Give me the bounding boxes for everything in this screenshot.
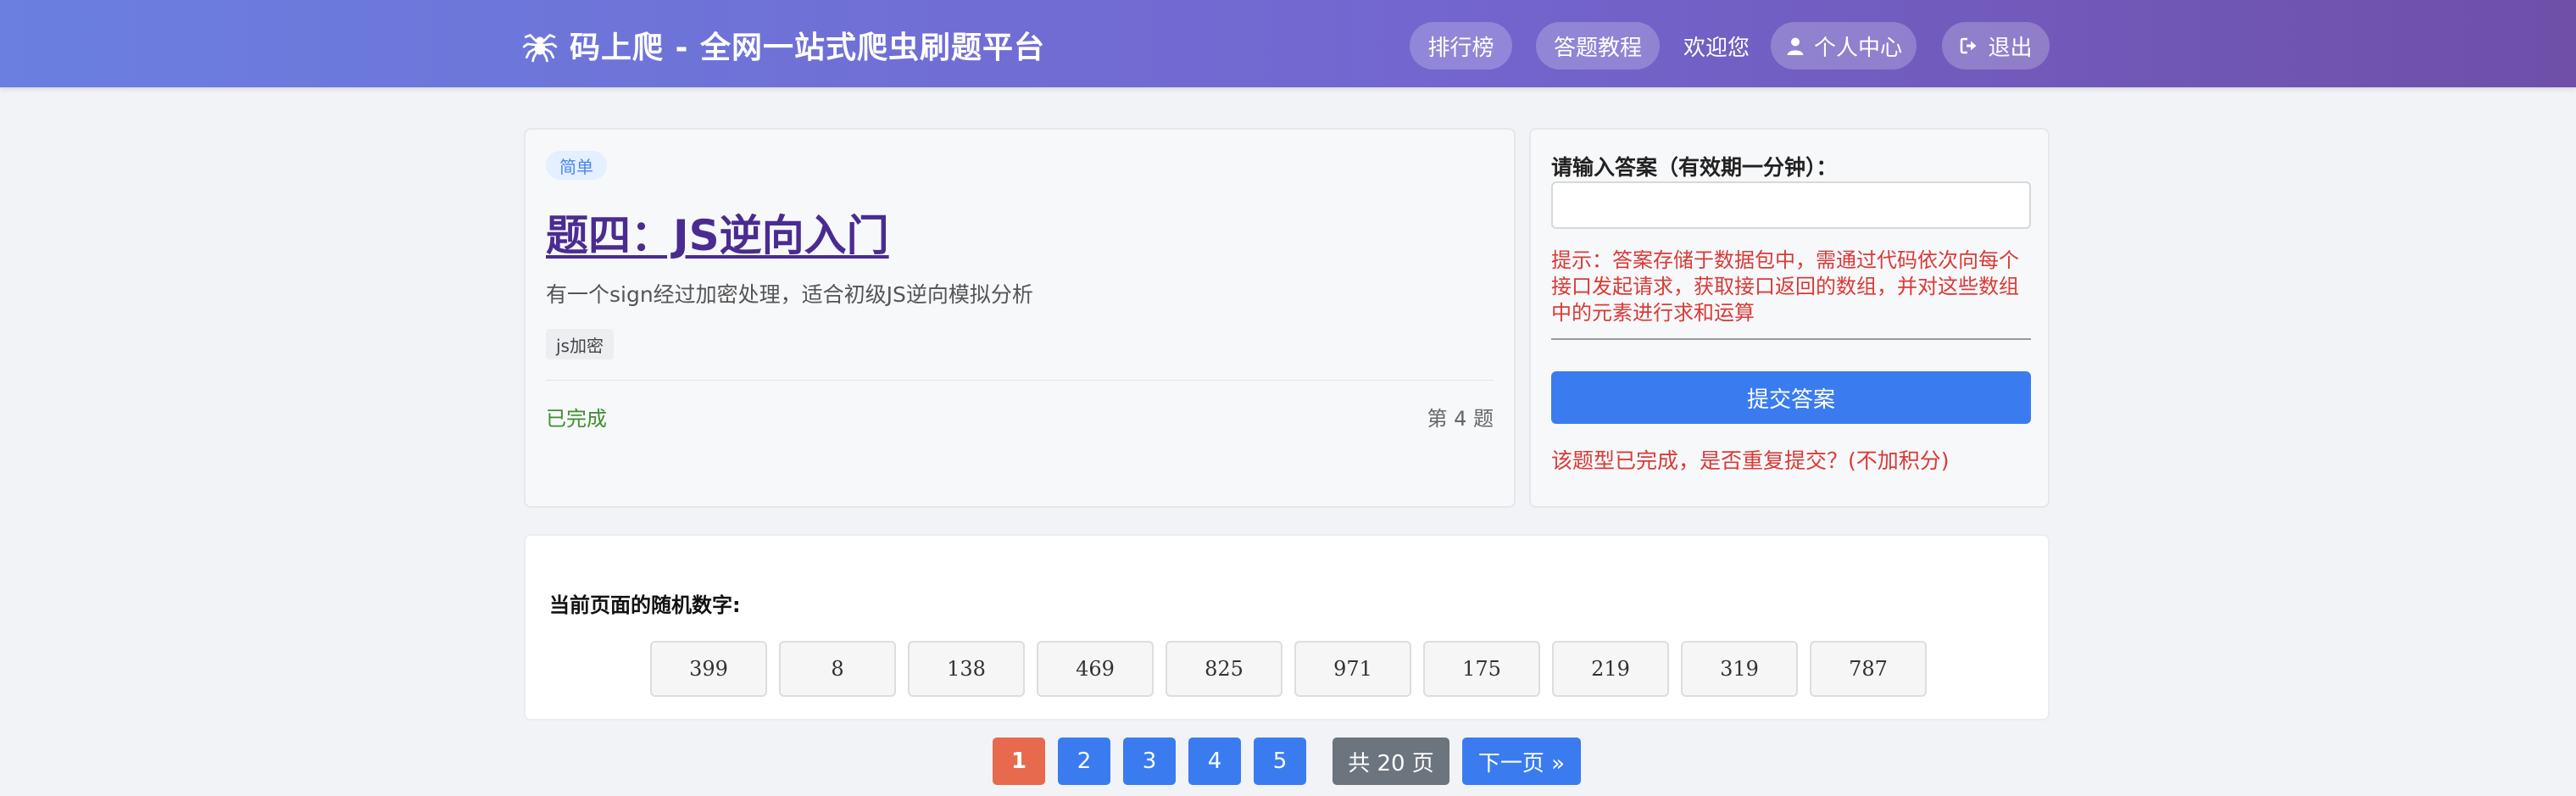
random-number: 8	[779, 641, 896, 697]
random-numbers-card: 当前页面的随机数字: 399 8 138 469 825 971 175 219…	[524, 534, 2050, 721]
answer-label: 请输入答案（有效期一分钟）：	[1551, 155, 1838, 180]
random-number: 319	[1681, 641, 1798, 697]
page-2-button[interactable]: 2	[1058, 738, 1110, 785]
random-number: 399	[650, 641, 767, 697]
answer-card: 请输入答案（有效期一分钟）： 提示：答案存储于数据包中，需通过代码依次向每个接口…	[1529, 128, 2050, 508]
random-number: 469	[1037, 641, 1154, 697]
completion-status: 已完成	[546, 407, 607, 431]
answer-input[interactable]	[1551, 181, 2031, 229]
tutorial-link[interactable]: 答题教程	[1536, 22, 1660, 70]
random-number: 219	[1552, 641, 1669, 697]
answer-hint: 提示：答案存储于数据包中，需通过代码依次向每个接口发起请求，获取接口返回的数组，…	[1551, 248, 2019, 325]
problem-tag: js加密	[546, 329, 614, 359]
resubmit-message: 该题型已完成，是否重复提交？(不加积分)	[1551, 448, 1950, 473]
problem-number: 第 4 题	[1427, 407, 1494, 431]
logout-link[interactable]: 退出	[1942, 22, 2050, 70]
profile-label: 个人中心	[1813, 35, 1902, 61]
page-4-button[interactable]: 4	[1188, 738, 1241, 785]
problem-title[interactable]: 题四：JS逆向入门	[546, 202, 889, 263]
random-number: 825	[1166, 641, 1282, 697]
random-numbers-label: 当前页面的随机数字:	[549, 593, 741, 617]
logout-icon	[1961, 37, 1977, 54]
card-divider	[546, 380, 1494, 381]
page-3-button[interactable]: 3	[1123, 738, 1176, 785]
welcome-text: 欢迎您	[1683, 35, 1750, 61]
problem-card: 简单 题四：JS逆向入门 有一个sign经过加密处理，适合初级JS逆向模拟分析 …	[524, 128, 1516, 508]
logout-label: 退出	[1988, 35, 2033, 61]
rank-link[interactable]: 排行榜	[1410, 22, 1512, 70]
random-number: 138	[908, 641, 1025, 697]
random-number: 787	[1810, 641, 1927, 697]
profile-link[interactable]: 个人中心	[1771, 22, 1917, 70]
total-pages: 共 20 页	[1333, 738, 1449, 785]
user-icon	[1787, 37, 1804, 55]
next-page-button[interactable]: 下一页 »	[1462, 738, 1581, 785]
top-header: 码上爬 - 全网一站式爬虫刷题平台 排行榜 答题教程 欢迎您 个人中心 退出	[0, 0, 2576, 87]
top-nav: 排行榜 答题教程 欢迎您 个人中心 退出	[0, 22, 2576, 70]
random-number: 175	[1423, 641, 1540, 697]
difficulty-badge: 简单	[546, 151, 607, 180]
page-1-button[interactable]: 1	[993, 738, 1045, 785]
tutorial-label: 答题教程	[1553, 35, 1642, 61]
random-number: 971	[1294, 641, 1411, 697]
submit-answer-button[interactable]: 提交答案	[1551, 371, 2031, 424]
rank-label: 排行榜	[1427, 35, 1494, 61]
hint-divider	[1551, 338, 2031, 340]
page-5-button[interactable]: 5	[1254, 738, 1306, 785]
problem-description: 有一个sign经过加密处理，适合初级JS逆向模拟分析	[546, 282, 1033, 307]
